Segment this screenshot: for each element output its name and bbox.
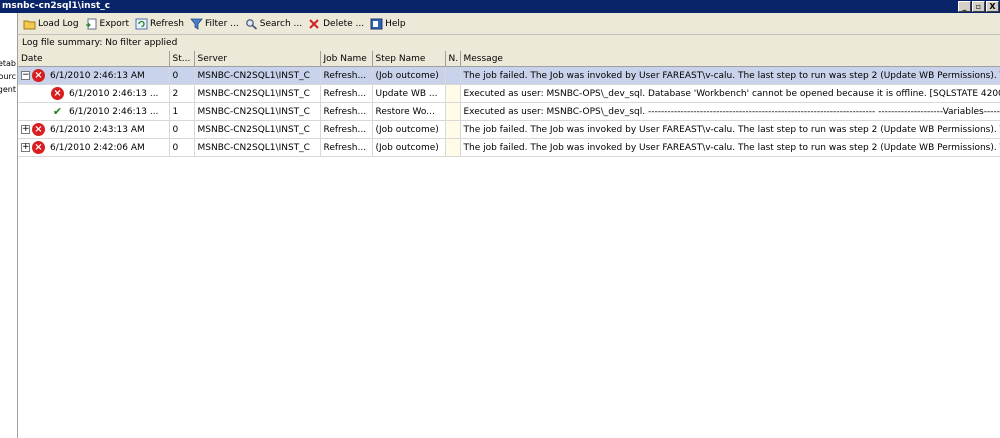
- delete-label: Delete ...: [323, 18, 365, 29]
- step-name-cell: Restore Wo...: [372, 102, 446, 121]
- window-titlebar: msnbc-cn2sql1\inst_c _ ▫ X: [0, 0, 1000, 13]
- job-name-cell: Refresh...: [320, 84, 373, 103]
- log-viewer-toolbar: Load Log Export Refresh Filter ... Searc…: [18, 13, 1000, 35]
- server-cell: MSNBC-CN2SQL1\INST_C: [194, 102, 321, 121]
- search-icon: [245, 18, 258, 30]
- export-button[interactable]: Export: [82, 15, 132, 33]
- date-text: 6/1/2010 2:43:13 AM: [50, 124, 145, 135]
- column-header-step-name[interactable]: Step Name: [372, 51, 446, 67]
- message-cell: The job failed. The Job was invoked by U…: [460, 66, 1000, 85]
- export-icon: [85, 18, 98, 30]
- n-cell: [445, 84, 461, 103]
- collapse-icon[interactable]: −: [21, 71, 30, 80]
- export-label: Export: [99, 18, 129, 29]
- status-cell: 2: [169, 84, 195, 103]
- close-button[interactable]: X: [986, 1, 999, 12]
- server-cell: MSNBC-CN2SQL1\INST_C: [194, 120, 321, 139]
- job-name-cell: Refresh...: [320, 66, 373, 85]
- log-summary: Log file summary: No filter applied: [18, 35, 1000, 51]
- column-header-status[interactable]: St...: [169, 51, 195, 67]
- date-cell: − × 6/1/2010 2:46:13 AM: [18, 66, 170, 85]
- date-text: 6/1/2010 2:46:13 AM: [50, 70, 145, 81]
- n-cell: [445, 66, 461, 85]
- date-text: 6/1/2010 2:46:13 ...: [69, 106, 159, 117]
- search-label: Search ...: [259, 18, 303, 29]
- step-name-cell: (Job outcome): [372, 66, 446, 85]
- server-cell: MSNBC-CN2SQL1\INST_C: [194, 138, 321, 157]
- filter-button[interactable]: Filter ...: [187, 15, 242, 33]
- n-cell: [445, 138, 461, 157]
- job-name-cell: Refresh...: [320, 102, 373, 121]
- column-header-message[interactable]: Message: [460, 51, 1000, 67]
- status-cell: 0: [169, 120, 195, 139]
- date-cell: + × 6/1/2010 2:42:06 AM: [18, 138, 170, 157]
- column-header-server[interactable]: Server: [194, 51, 321, 67]
- status-cell: 0: [169, 66, 195, 85]
- help-label: Help: [385, 18, 406, 29]
- refresh-button[interactable]: Refresh: [132, 15, 187, 33]
- object-explorer-pane: etab ourc gent: [0, 13, 18, 438]
- error-icon: ×: [51, 87, 64, 100]
- date-text: 6/1/2010 2:46:13 ...: [69, 88, 159, 99]
- filter-icon: [190, 18, 203, 30]
- table-row[interactable]: × 6/1/2010 2:46:13 ... 2 MSNBC-CN2SQL1\INST…: [18, 84, 1000, 103]
- delete-button[interactable]: Delete ...: [305, 15, 367, 33]
- status-cell: 0: [169, 138, 195, 157]
- error-icon: ×: [32, 123, 45, 136]
- date-cell: ✔ 6/1/2010 2:46:13 ...: [18, 102, 170, 121]
- table-row[interactable]: ✔ 6/1/2010 2:46:13 ... 1 MSNBC-CN2SQL1\INST…: [18, 102, 1000, 121]
- status-cell: 1: [169, 102, 195, 121]
- server-cell: MSNBC-CN2SQL1\INST_C: [194, 66, 321, 85]
- tree-node-text[interactable]: gent: [0, 85, 16, 94]
- message-cell: Executed as user: MSNBC-OPS\_dev_sql. --…: [460, 102, 1000, 121]
- column-header-date[interactable]: Date: [18, 51, 170, 67]
- help-icon: [370, 18, 383, 30]
- table-row[interactable]: + × 6/1/2010 2:43:13 AM 0 MSNBC-CN2SQL1\INST…: [18, 120, 1000, 139]
- error-icon: ×: [32, 69, 45, 82]
- date-text: 6/1/2010 2:42:06 AM: [50, 142, 145, 153]
- window-title: msnbc-cn2sql1\inst_c: [2, 1, 111, 11]
- table-row[interactable]: − × 6/1/2010 2:46:13 AM 0 MSNBC-CN2SQL1\INST…: [18, 66, 1000, 85]
- date-cell: × 6/1/2010 2:46:13 ...: [18, 84, 170, 103]
- help-button[interactable]: Help: [367, 15, 409, 33]
- message-cell: The job failed. The Job was invoked by U…: [460, 138, 1000, 157]
- expand-icon[interactable]: +: [21, 125, 30, 134]
- table-row[interactable]: + × 6/1/2010 2:42:06 AM 0 MSNBC-CN2SQL1\INST…: [18, 138, 1000, 157]
- load-log-label: Load Log: [38, 18, 79, 29]
- date-cell: + × 6/1/2010 2:43:13 AM: [18, 120, 170, 139]
- column-header-n[interactable]: N.: [445, 51, 461, 67]
- message-cell: Executed as user: MSNBC-OPS\_dev_sql. Da…: [460, 84, 1000, 103]
- refresh-icon: [135, 18, 148, 30]
- job-name-cell: Refresh...: [320, 138, 373, 157]
- load-log-button[interactable]: Load Log: [20, 15, 82, 33]
- grid-header-row: Date St... Server Job Name Step Name N. …: [18, 51, 1000, 67]
- job-name-cell: Refresh...: [320, 120, 373, 139]
- minimize-button[interactable]: _: [958, 1, 971, 12]
- folder-icon: [23, 18, 36, 30]
- expand-icon[interactable]: +: [21, 143, 30, 152]
- server-cell: MSNBC-CN2SQL1\INST_C: [194, 84, 321, 103]
- tree-node-text[interactable]: ourc: [0, 72, 16, 81]
- n-cell: [445, 102, 461, 121]
- column-header-job-name[interactable]: Job Name: [320, 51, 373, 67]
- step-name-cell: Update WB ...: [372, 84, 446, 103]
- error-icon: ×: [32, 141, 45, 154]
- delete-icon: [308, 18, 321, 30]
- refresh-label: Refresh: [150, 18, 184, 29]
- step-name-cell: (Job outcome): [372, 138, 446, 157]
- restore-button[interactable]: ▫: [972, 1, 985, 12]
- filter-label: Filter ...: [205, 18, 239, 29]
- window-controls: _ ▫ X: [958, 0, 999, 12]
- n-cell: [445, 120, 461, 139]
- log-grid: Date St... Server Job Name Step Name N. …: [18, 51, 1000, 438]
- message-cell: The job failed. The Job was invoked by U…: [460, 120, 1000, 139]
- step-name-cell: (Job outcome): [372, 120, 446, 139]
- success-icon: ✔: [52, 105, 63, 118]
- tree-node-text[interactable]: etab: [0, 59, 16, 68]
- search-button[interactable]: Search ...: [242, 15, 305, 33]
